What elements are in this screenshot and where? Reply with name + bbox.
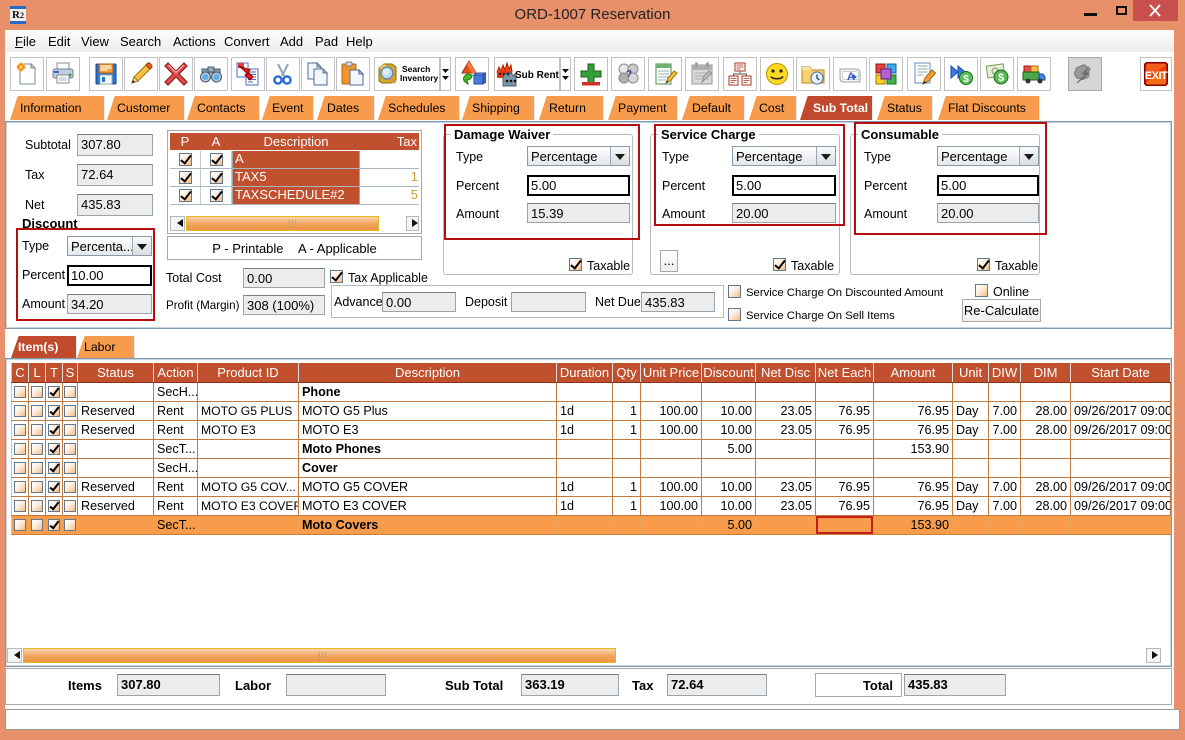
svg-text:Inventory: Inventory	[400, 73, 438, 83]
svg-text:$: $	[963, 74, 969, 85]
svg-text:$: $	[998, 72, 1004, 84]
svg-text:Sub Rent: Sub Rent	[515, 70, 559, 81]
svg-text:?: ?	[626, 69, 632, 80]
svg-text:EXIT: EXIT	[1145, 70, 1168, 82]
